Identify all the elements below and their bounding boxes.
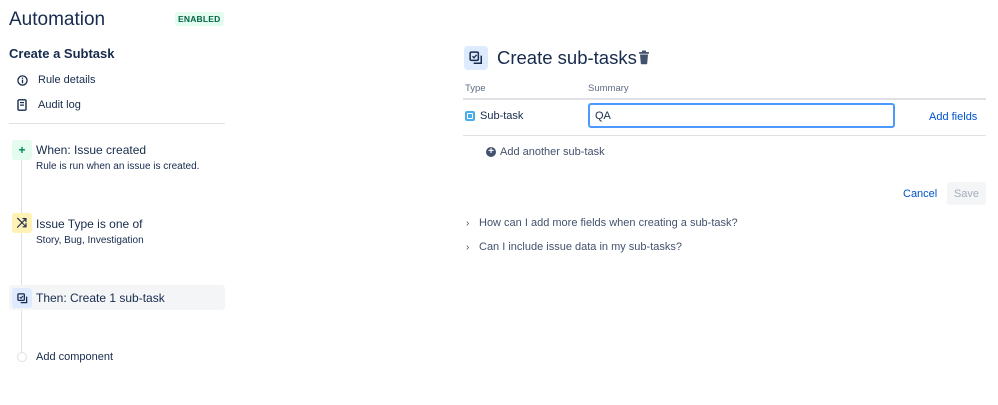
trash-icon	[637, 50, 651, 69]
sidebar-item-label: Rule details	[38, 74, 96, 86]
shuffle-icon: ⤨	[12, 213, 32, 233]
add-fields-link[interactable]: Add fields	[929, 111, 977, 123]
subtask-type-label: Sub-task	[480, 110, 524, 122]
step-trigger-title[interactable]: When: Issue created	[36, 143, 146, 157]
step-condition-subtitle: Story, Bug, Investigation	[36, 235, 144, 246]
faq-item[interactable]: › How can I add more fields when creatin…	[466, 217, 738, 229]
step-action-title[interactable]: Then: Create 1 sub-task	[36, 291, 165, 305]
table-row-divider	[463, 135, 986, 136]
chevron-right-icon: ›	[466, 217, 470, 229]
table-header-divider	[463, 98, 986, 100]
step-trigger-subtitle: Rule is run when an issue is created.	[36, 161, 200, 172]
add-component-link[interactable]: Add component	[36, 351, 113, 363]
add-another-subtask-button[interactable]: + Add another sub-task	[486, 146, 605, 158]
document-icon	[14, 97, 30, 113]
info-icon	[14, 72, 30, 88]
faq-label: How can I add more fields when creating …	[479, 217, 738, 229]
summary-input[interactable]	[588, 103, 895, 128]
app-title: Automation	[9, 9, 106, 30]
add-component-dot	[17, 352, 27, 362]
chevron-right-icon: ›	[466, 241, 470, 253]
sidebar-item-rule-details[interactable]: Rule details	[14, 71, 95, 89]
sidebar-item-audit-log[interactable]: Audit log	[14, 96, 81, 114]
subtask-type-cell[interactable]: Sub-task	[465, 110, 523, 122]
subtask-icon	[12, 288, 32, 308]
plus-circle-icon: +	[486, 147, 496, 157]
subtask-panel-icon	[464, 46, 488, 70]
step-action[interactable]	[12, 288, 32, 308]
faq-label: Can I include issue data in my sub-tasks…	[479, 241, 682, 253]
add-another-label: Add another sub-task	[500, 146, 605, 158]
status-badge: ENABLED	[175, 12, 224, 26]
step-condition-title[interactable]: Issue Type is one of	[36, 217, 143, 231]
timeline-line	[21, 150, 22, 355]
rule-name: Create a Subtask	[9, 46, 115, 61]
sidebar-item-label: Audit log	[38, 99, 81, 111]
step-condition[interactable]: ⤨	[12, 213, 32, 233]
subtask-type-icon	[465, 111, 475, 121]
delete-button[interactable]	[637, 50, 651, 70]
sidebar-divider	[9, 123, 225, 124]
plus-icon: +	[12, 140, 32, 160]
faq-item[interactable]: › Can I include issue data in my sub-tas…	[466, 241, 682, 253]
cancel-button[interactable]: Cancel	[897, 182, 943, 205]
step-trigger[interactable]: +	[12, 140, 32, 160]
panel-title: Create sub-tasks	[497, 47, 637, 68]
save-button[interactable]: Save	[947, 182, 986, 205]
column-header-type: Type	[465, 83, 486, 94]
column-header-summary: Summary	[588, 83, 629, 94]
